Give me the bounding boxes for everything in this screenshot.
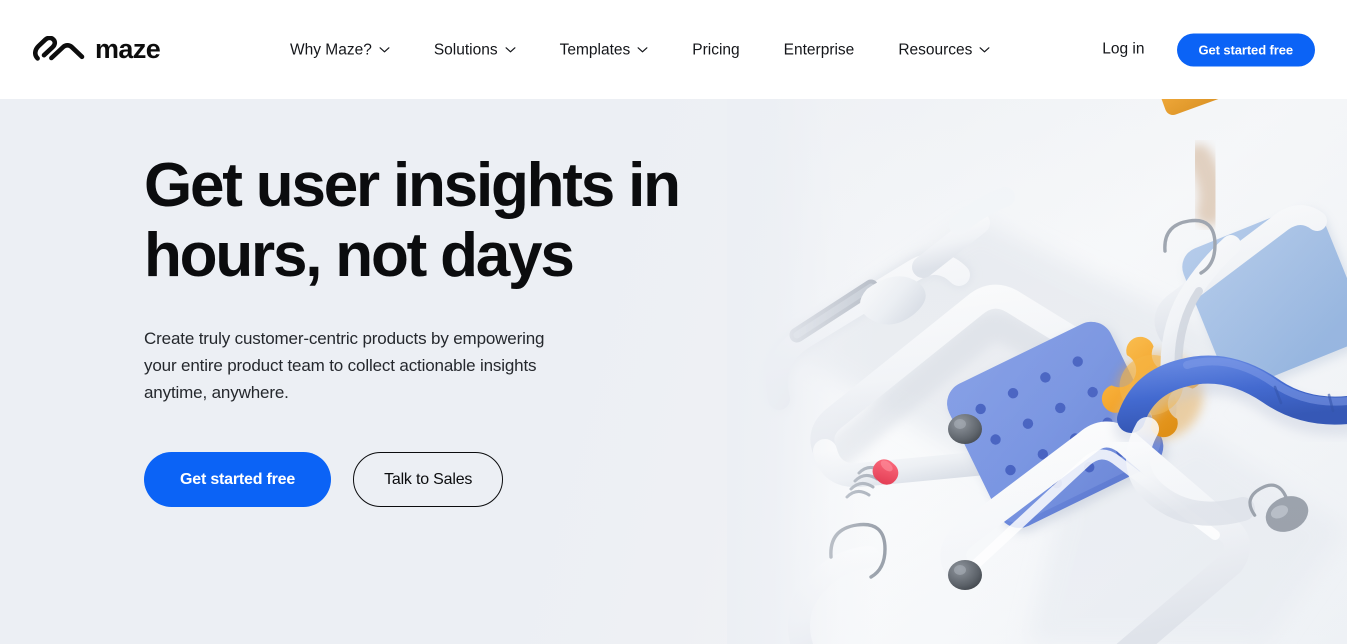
site-header: maze Why Maze? Solutions Templates Prici… xyxy=(0,0,1347,99)
hero-content: Get user insights in hours, not days Cre… xyxy=(144,151,744,507)
nav-label: Solutions xyxy=(433,40,498,58)
hero-talk-to-sales-button[interactable]: Talk to Sales xyxy=(353,452,504,507)
maze-logo-mark-icon xyxy=(33,35,85,64)
nav-item-templates[interactable]: Templates xyxy=(560,36,649,64)
hero-get-started-button[interactable]: Get started free xyxy=(144,452,332,507)
header-get-started-button[interactable]: Get started free xyxy=(1176,33,1315,66)
hero-headline: Get user insights in hours, not days xyxy=(144,151,744,291)
brand-logo-link[interactable]: maze xyxy=(33,34,161,64)
nav-item-resources[interactable]: Resources xyxy=(898,36,990,64)
hero-subtitle: Create truly customer-centric products b… xyxy=(144,329,545,402)
nav-item-why-maze[interactable]: Why Maze? xyxy=(290,36,390,64)
chevron-down-icon xyxy=(505,46,516,54)
chevron-down-icon xyxy=(979,46,990,54)
header-actions: Log in Get started free xyxy=(1102,33,1315,66)
hero-headline-line-1: Get user insights in xyxy=(144,151,681,220)
brand-wordmark: maze xyxy=(95,34,161,64)
chevron-down-icon xyxy=(637,46,648,54)
nav-item-solutions[interactable]: Solutions xyxy=(434,36,516,64)
nav-label: Pricing xyxy=(692,40,740,58)
nav-item-pricing[interactable]: Pricing xyxy=(692,36,739,64)
primary-navigation: Why Maze? Solutions Templates Pricing En… xyxy=(290,36,990,64)
login-link[interactable]: Log in xyxy=(1102,41,1144,59)
nav-label: Resources xyxy=(898,40,973,58)
nav-label: Why Maze? xyxy=(290,40,372,58)
page-root: maze Why Maze? Solutions Templates Prici… xyxy=(0,0,1347,644)
nav-label: Enterprise xyxy=(783,40,855,58)
nav-item-enterprise[interactable]: Enterprise xyxy=(784,36,855,64)
nav-label: Templates xyxy=(559,40,631,58)
hero-section: Get user insights in hours, not days Cre… xyxy=(0,99,1347,644)
hero-headline-line-2: hours, not days xyxy=(144,221,575,290)
chevron-down-icon xyxy=(379,46,390,54)
hero-illustration xyxy=(727,99,1347,644)
hero-cta-group: Get started free Talk to Sales xyxy=(144,452,744,507)
